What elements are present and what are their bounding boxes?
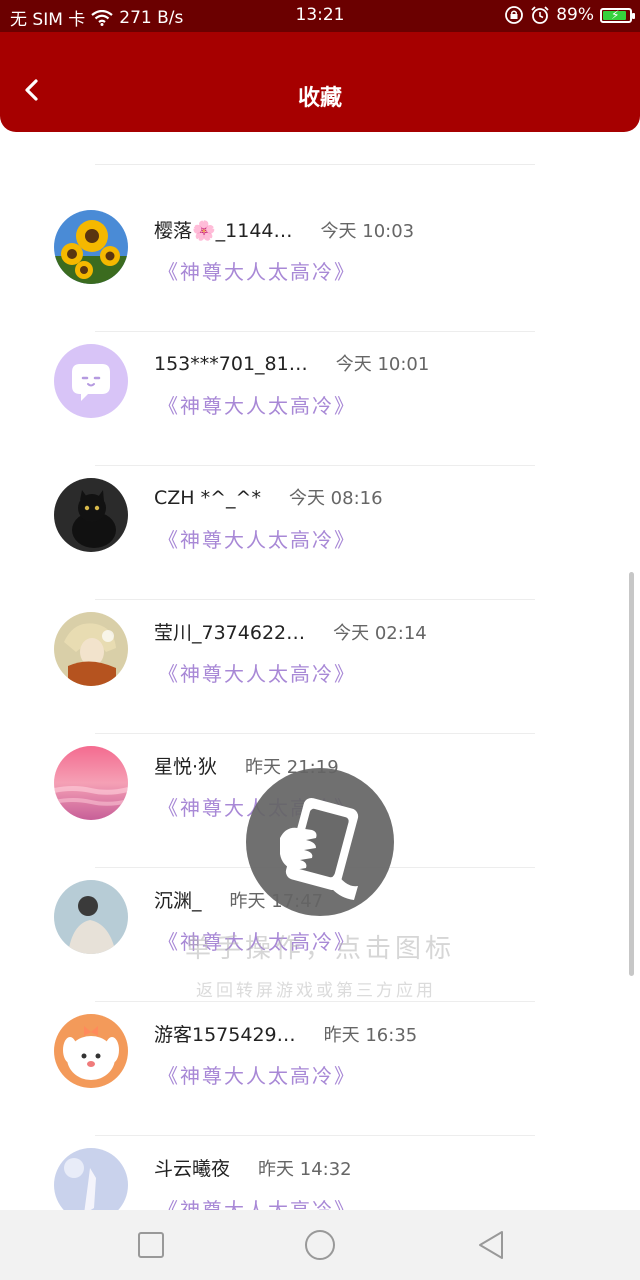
list-item[interactable]: CZH *^_^* 今天 08:16 《神尊大人太高冷》 — [0, 466, 640, 600]
user-name: 樱落🌸_1144… — [154, 220, 293, 242]
user-name: 游客1575429… — [154, 1024, 296, 1046]
timestamp: 今天 08:16 — [288, 488, 383, 509]
user-name: 153***701_81… — [154, 353, 308, 375]
favorites-list[interactable]: 樱落🌸_1144… 今天 10:03 《神尊大人太高冷》 153***701_8… — [0, 132, 640, 1210]
one-hand-subhint: 返回转屏游戏或第三方应用 — [196, 981, 436, 1001]
list-item[interactable]: 游客1575429… 昨天 16:35 《神尊大人太高冷》 — [0, 1002, 640, 1136]
avatar[interactable] — [54, 1014, 128, 1088]
book-title[interactable]: 《神尊大人太高冷》 — [158, 524, 356, 553]
timestamp: 今天 02:14 — [333, 623, 427, 644]
lock-rotation-icon — [505, 6, 524, 24]
user-name: 斗云曦夜 — [154, 1158, 231, 1180]
book-title[interactable]: 《神尊大人太高冷》 — [158, 1060, 356, 1089]
hand-holding-phone-icon — [280, 797, 359, 900]
system-nav-bar — [0, 1210, 640, 1280]
book-title[interactable]: 《神尊大人太高冷》 — [158, 1194, 356, 1210]
back-triangle-icon[interactable] — [474, 1228, 508, 1262]
timestamp: 昨天 14:32 — [258, 1159, 352, 1180]
list-item[interactable]: 153***701_81… 今天 10:01 《神尊大人太高冷》 — [0, 332, 640, 466]
user-name: CZH *^_^* — [154, 487, 261, 509]
one-hand-mode-button[interactable] — [246, 768, 394, 916]
list-item[interactable]: 莹川_7374622… 今天 02:14 《神尊大人太高冷》 — [0, 600, 640, 734]
battery-percent: 89% — [556, 5, 594, 25]
home-icon[interactable] — [303, 1228, 337, 1262]
battery-icon: ⚡ — [600, 7, 635, 23]
recent-apps-icon[interactable] — [134, 1228, 168, 1262]
user-name: 莹川_7374622… — [154, 622, 306, 644]
divider — [95, 164, 535, 165]
one-hand-hint: 单手操作，点击图标 — [185, 934, 456, 964]
avatar[interactable] — [54, 478, 128, 552]
status-bar: 无 SIM 卡 271 B/s 13:21 89% ⚡ — [0, 0, 640, 32]
timestamp: 今天 10:03 — [320, 221, 415, 242]
avatar[interactable] — [54, 880, 128, 954]
list-item[interactable]: 斗云曦夜 昨天 14:32 《神尊大人太高冷》 — [0, 1136, 640, 1210]
avatar[interactable] — [54, 1148, 128, 1210]
scrollbar[interactable] — [629, 572, 634, 976]
app-header: 收藏 — [0, 32, 640, 132]
page-title: 收藏 — [297, 86, 342, 111]
book-title[interactable]: 《神尊大人太高冷》 — [158, 658, 356, 687]
avatar[interactable] — [54, 746, 128, 820]
timestamp: 今天 10:01 — [335, 354, 430, 375]
book-title[interactable]: 《神尊大人太高冷》 — [158, 256, 356, 285]
avatar[interactable] — [54, 612, 128, 686]
user-name: 沉渊_ — [154, 890, 202, 912]
avatar[interactable] — [54, 210, 128, 284]
book-title[interactable]: 《神尊大人太高冷》 — [158, 390, 356, 419]
user-name: 星悦·狄 — [154, 756, 218, 778]
alarm-icon — [531, 6, 549, 24]
avatar[interactable] — [54, 344, 128, 418]
timestamp: 昨天 16:35 — [323, 1025, 418, 1046]
list-item[interactable]: 樱落🌸_1144… 今天 10:03 《神尊大人太高冷》 — [0, 198, 640, 332]
